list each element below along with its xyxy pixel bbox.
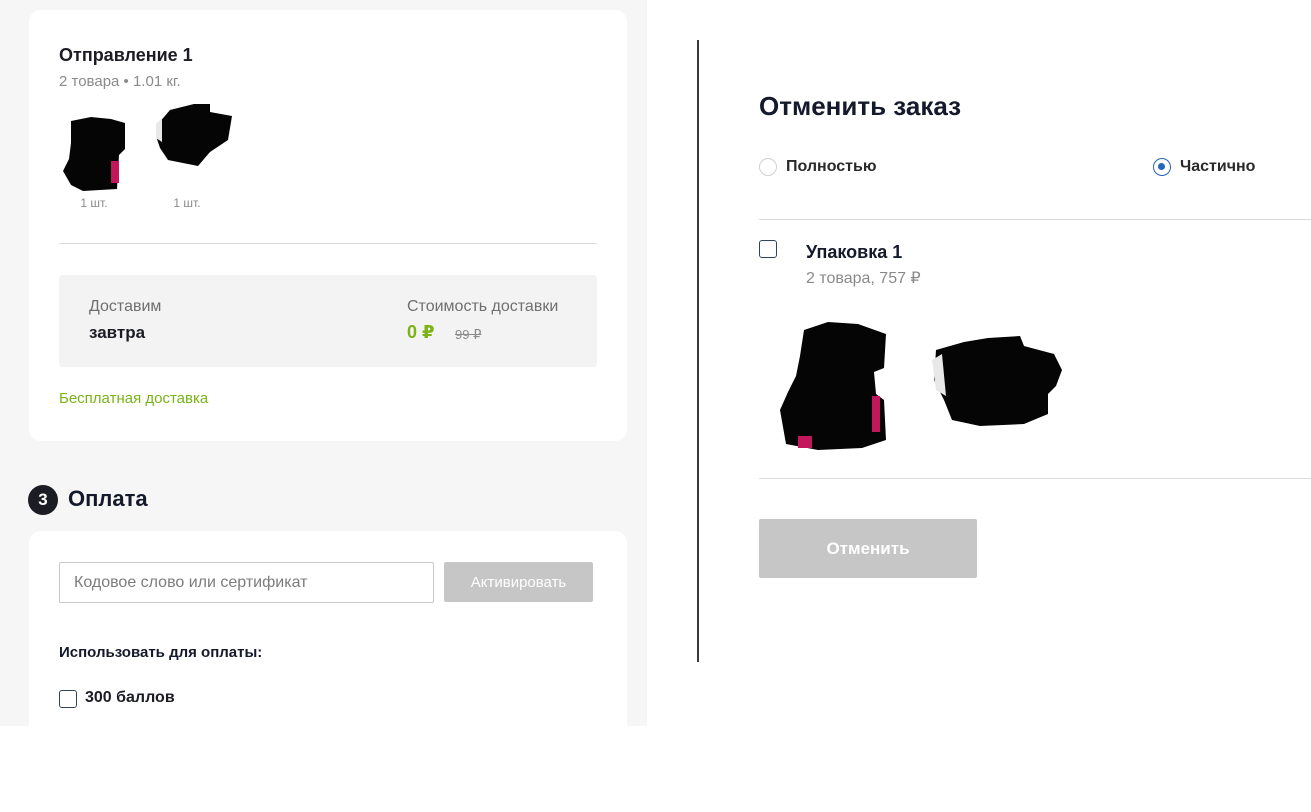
panel-separator — [697, 40, 699, 662]
payment-card: Активировать Использовать для оплаты: 30… — [29, 531, 627, 726]
delivery-label: Доставим — [89, 298, 162, 315]
delivery-cost-old-price: 99 ₽ — [455, 327, 482, 342]
radio-partial-cancel[interactable] — [1153, 158, 1171, 176]
shipment-title: Отправление 1 — [59, 45, 193, 65]
radio-full-label[interactable]: Полностью — [786, 158, 877, 176]
bonus-points-label: 300 баллов — [85, 689, 175, 706]
shipment-card: Отправление 1 2 товара • 1.01 кг. 1 шт. … — [29, 10, 627, 441]
divider — [759, 219, 1311, 220]
payment-section-title: Оплата — [68, 486, 148, 511]
package-title: Упаковка 1 — [806, 242, 903, 262]
package-product-thumbnail-1 — [780, 322, 886, 450]
promo-code-input[interactable] — [59, 562, 434, 603]
package-subtitle: 2 товара, 757 ₽ — [806, 270, 921, 287]
free-delivery-link[interactable]: Бесплатная доставка — [59, 390, 208, 407]
radio-full-cancel[interactable] — [759, 158, 777, 176]
use-for-payment-label: Использовать для оплаты: — [59, 644, 263, 661]
product-thumbnail-2[interactable] — [154, 102, 234, 168]
item-qty: 1 шт. — [173, 196, 201, 210]
delivery-cost-price: 0 ₽ — [407, 322, 435, 342]
delivery-cost-label: Стоимость доставки — [407, 298, 559, 315]
shipment-subtitle: 2 товара • 1.01 кг. — [59, 73, 181, 90]
product-thumbnail-1[interactable] — [61, 113, 127, 191]
activate-button[interactable]: Активировать — [444, 562, 593, 602]
divider — [759, 478, 1311, 479]
divider — [59, 243, 597, 244]
delivery-date: завтра — [89, 323, 146, 342]
cancel-order-button[interactable]: Отменить — [759, 519, 977, 578]
radio-partial-label[interactable]: Частично — [1180, 158, 1255, 176]
item-qty: 1 шт. — [80, 196, 108, 210]
step-number-badge: 3 — [28, 485, 58, 515]
cancel-order-title: Отменить заказ — [759, 91, 962, 121]
delivery-info-box: Доставим завтра Стоимость доставки 0 ₽ 9… — [59, 275, 597, 367]
bonus-points-checkbox[interactable] — [59, 690, 77, 708]
package-product-thumbnail-2 — [932, 336, 1062, 426]
package-checkbox[interactable] — [759, 240, 777, 258]
